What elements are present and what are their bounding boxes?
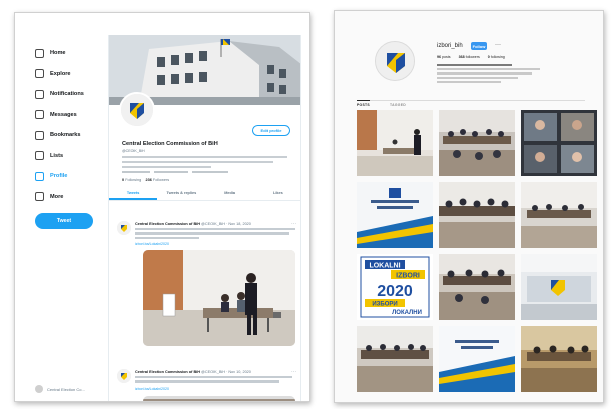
tweet-author: Central Election Commission of BiH	[135, 222, 200, 226]
tweet-text	[135, 376, 295, 385]
tweet-item[interactable]: Central Election Commission of BiH @CEOI…	[109, 369, 300, 401]
tab-tweets[interactable]: Tweets	[109, 187, 158, 200]
tab-tweets-replies[interactable]: Tweets & replies	[157, 187, 205, 200]
nav-lists[interactable]: Lists	[35, 146, 113, 167]
list-icon	[35, 151, 44, 161]
nav-messages-label: Messages	[50, 111, 77, 118]
poster-line2: IZBORI	[396, 273, 420, 280]
post-thumbnail[interactable]	[521, 254, 597, 320]
following-label[interactable]: Following	[125, 178, 141, 182]
profile-avatar[interactable]	[119, 92, 155, 128]
envelope-icon	[35, 110, 44, 120]
poster-line4: ЛОКАЛНИ	[392, 310, 422, 316]
profile-bio	[122, 156, 294, 170]
tweet-button[interactable]: Tweet	[35, 213, 93, 229]
post-thumbnail[interactable]	[357, 182, 433, 248]
profile-username: izbori_bih	[437, 43, 463, 49]
tab-media[interactable]: Media	[206, 187, 254, 200]
more-icon[interactable]: ···	[291, 221, 296, 227]
followers-count[interactable]: 236	[145, 178, 151, 182]
account-switcher-label: Central Election Co...	[47, 386, 85, 392]
post-thumbnail[interactable]	[357, 326, 433, 392]
tab-tagged[interactable]: TAGGED	[390, 101, 406, 108]
tweet-item[interactable]: Central Election Commission of BiH @CEOI…	[109, 221, 300, 351]
tweet-handle-date: @CEOIK_BiH · Nov 18, 2020	[201, 222, 251, 226]
profile-tabs: Tweets Tweets & replies Media Likes	[109, 187, 300, 201]
nav-more-label: More	[50, 193, 64, 200]
profile-meta-row	[122, 171, 298, 174]
post-thumbnail[interactable]	[521, 326, 597, 392]
edit-profile-button[interactable]: Edit profile	[252, 125, 290, 136]
bell-icon	[35, 89, 44, 99]
profile-handle: @CEOIK_BiH	[122, 149, 145, 153]
tab-posts[interactable]: POSTS	[357, 100, 370, 108]
more-icon[interactable]: ···	[495, 42, 501, 48]
tweet-handle-date: @CEOIK_BiH · Nov 10, 2020	[201, 370, 251, 374]
home-icon	[35, 48, 44, 58]
followers-stat[interactable]: 368 followers	[459, 55, 480, 59]
avatar	[117, 221, 131, 235]
more-icon[interactable]: ···	[291, 369, 296, 375]
poster-line1: LOKALNI	[369, 263, 400, 270]
account-switcher[interactable]: Central Election Co...	[35, 385, 85, 393]
nav-home[interactable]: Home	[35, 43, 113, 64]
post-thumbnail[interactable]	[357, 110, 433, 176]
profile-bio	[437, 64, 547, 85]
twitter-profile-column: Edit profile Central Election Commission…	[108, 35, 301, 401]
nav-home-label: Home	[50, 50, 66, 57]
profile-stats: 96 posts 368 followers 0 following	[437, 55, 505, 59]
poster-year: 2020	[377, 283, 413, 300]
post-thumbnail[interactable]	[439, 326, 515, 392]
avatar	[35, 385, 43, 393]
nav-more[interactable]: More	[35, 187, 113, 208]
nav-explore-label: Explore	[50, 70, 71, 77]
instagram-profile-window: izbori_bih Follow ··· 96 posts 368 follo…	[334, 10, 604, 403]
nav-bookmarks[interactable]: Bookmarks	[35, 125, 113, 146]
tweet-header: Central Election Commission of BiH @CEOI…	[135, 370, 251, 374]
nav-profile-label: Profile	[50, 173, 68, 180]
profile-name: Central Election Commission of BiH	[122, 141, 218, 147]
post-thumbnail-lokalni-izbori-2020[interactable]: LOKALNI IZBORI 2020 ИЗБОРИ ЛОКАЛНИ	[357, 254, 433, 320]
post-thumbnail[interactable]	[439, 254, 515, 320]
tweet-link[interactable]: izbori.ba/Lokalni2020	[135, 242, 169, 246]
bookmark-icon	[35, 130, 44, 140]
follow-counts: 0 Following 236 Followers	[122, 178, 169, 182]
nav-explore[interactable]: Explore	[35, 64, 113, 85]
tweet-author: Central Election Commission of BiH	[135, 370, 200, 374]
post-thumbnail[interactable]	[439, 182, 515, 248]
follow-button[interactable]: Follow	[471, 42, 487, 50]
nav-notifications-label: Notifications	[50, 91, 84, 98]
nav-messages[interactable]: Messages	[35, 105, 113, 126]
nav-lists-label: Lists	[50, 152, 64, 159]
poster-line3: ИЗБОРИ	[372, 302, 397, 308]
hashtag-icon	[35, 69, 44, 79]
tab-likes[interactable]: Likes	[254, 187, 300, 200]
tweet-text	[135, 228, 295, 241]
following-count[interactable]: 0	[122, 178, 124, 182]
tweet-photo[interactable]	[143, 250, 295, 346]
twitter-profile-window: Home Explore Notifications Messages Book…	[14, 12, 310, 402]
post-thumbnail[interactable]	[521, 110, 597, 176]
more-icon	[35, 192, 44, 202]
avatar	[117, 369, 131, 383]
nav-bookmarks-label: Bookmarks	[50, 132, 81, 139]
person-icon	[35, 171, 44, 181]
followers-label[interactable]: Followers	[153, 178, 169, 182]
posts-stat: 96 posts	[437, 55, 451, 59]
posts-grid: LOKALNI IZBORI 2020 ИЗБОРИ ЛОКАЛНИ	[357, 110, 597, 392]
post-thumbnail[interactable]	[439, 110, 515, 176]
profile-tabs: POSTS TAGGED	[357, 100, 585, 108]
profile-avatar[interactable]	[375, 41, 415, 81]
screenshot-stage: Home Explore Notifications Messages Book…	[0, 0, 613, 409]
following-stat[interactable]: 0 following	[488, 55, 505, 59]
tweet-photo[interactable]	[143, 396, 295, 401]
post-thumbnail[interactable]	[521, 182, 597, 248]
tweet-link[interactable]: izbori.ba/Lokalni2020	[135, 387, 169, 391]
nav-profile[interactable]: Profile	[35, 166, 113, 187]
twitter-sidebar: Home Explore Notifications Messages Book…	[35, 43, 113, 401]
tweet-header: Central Election Commission of BiH @CEOI…	[135, 222, 251, 226]
nav-notifications[interactable]: Notifications	[35, 84, 113, 105]
